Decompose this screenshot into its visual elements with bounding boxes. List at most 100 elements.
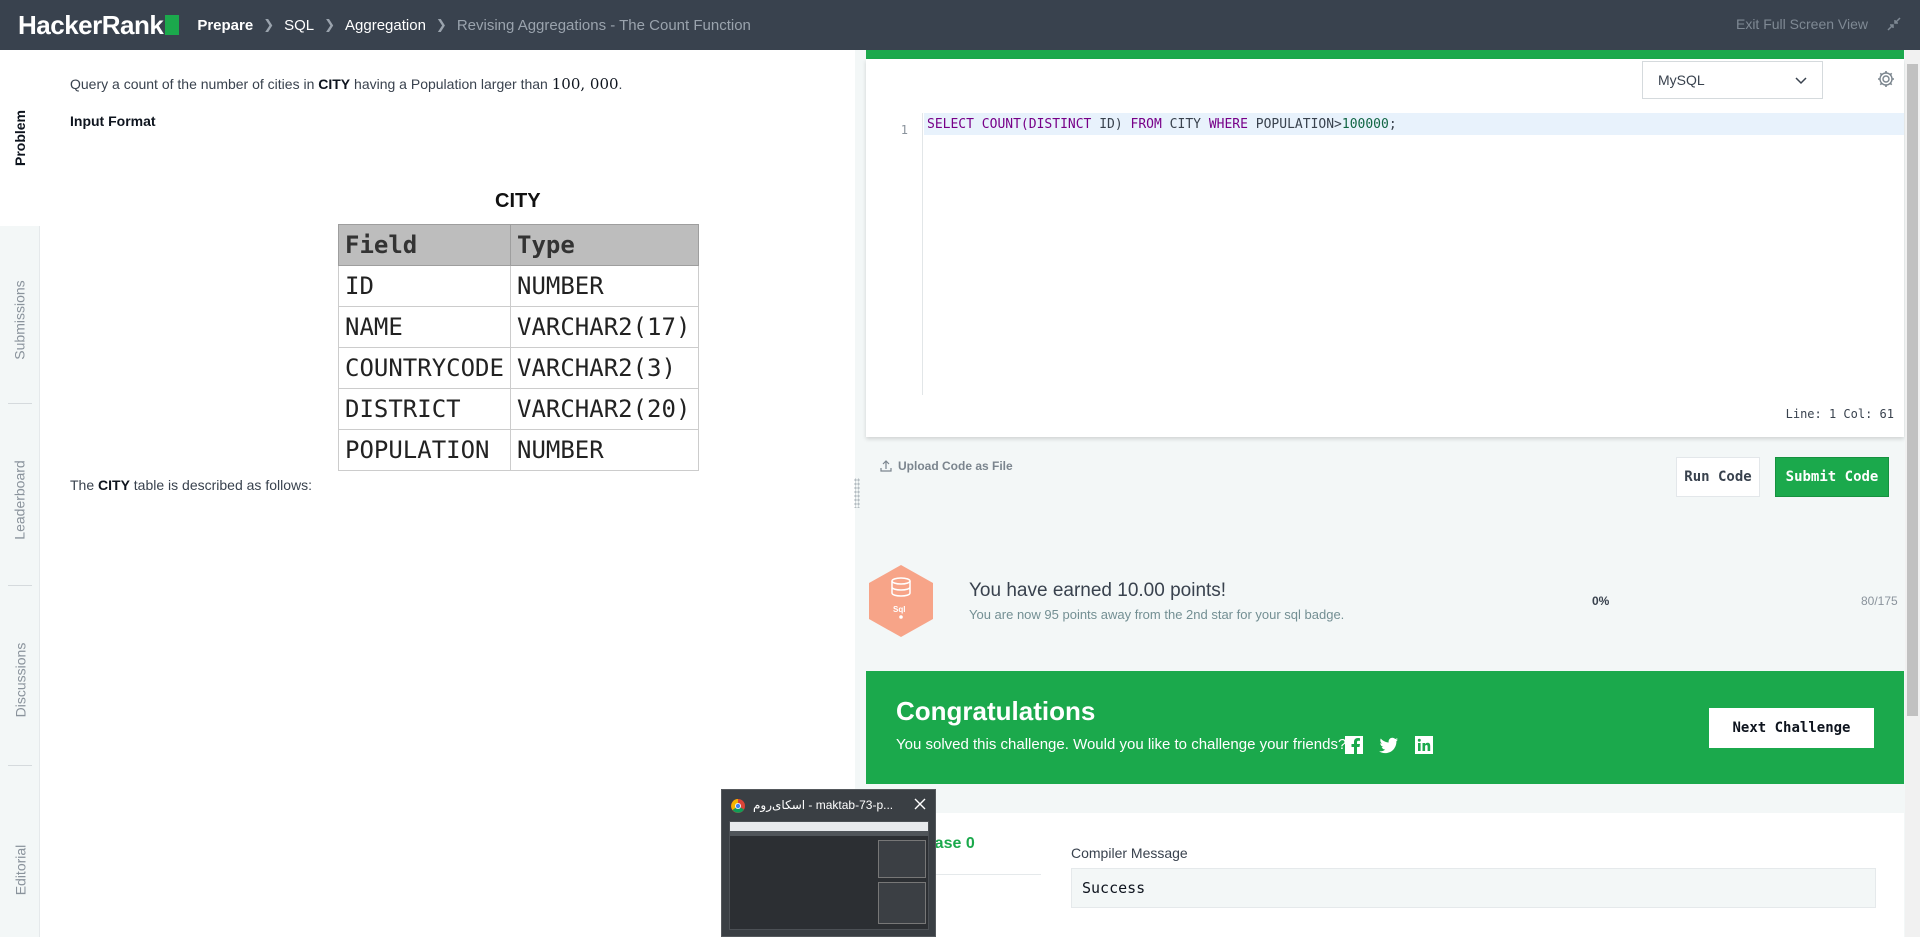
points-earned: You have earned 10.00 points! [969, 580, 1227, 601]
code-token: COUNT( [973, 117, 1029, 132]
page-scrollbar[interactable] [1905, 50, 1920, 937]
twitter-icon[interactable] [1379, 735, 1399, 755]
tab-leaderboard-label: Leaderboard [12, 460, 28, 540]
table-row: NAME VARCHAR2(17) [338, 306, 699, 348]
line-number: 1 [900, 123, 908, 137]
upload-code-button[interactable]: Upload Code as File [880, 459, 1013, 473]
code-text[interactable]: SELECT COUNT(DISTINCT ID) FROM CITY WHER… [927, 117, 1397, 132]
compiler-message-output: Success [1071, 868, 1876, 908]
chevron-down-icon [1795, 77, 1807, 85]
compiler-message-label: Compiler Message [1071, 845, 1188, 861]
tab-leaderboard[interactable]: Leaderboard [0, 440, 40, 560]
points-away: You are now 95 points away from the 2nd … [969, 607, 1345, 622]
table-cell: DISTRICT [338, 388, 511, 430]
gear-icon[interactable] [1876, 69, 1896, 89]
input-format-heading: Input Format [70, 113, 156, 129]
collapse-icon[interactable] [1886, 16, 1902, 32]
code-token: DISTINCT [1028, 117, 1092, 132]
table-header: Field [338, 224, 511, 266]
language-select[interactable]: MySQL [1642, 61, 1823, 99]
linkedin-icon[interactable] [1414, 735, 1434, 755]
table-cell: VARCHAR2(17) [510, 306, 699, 348]
cursor-status: Line: 1 Col: 61 [1785, 407, 1894, 421]
tab-editorial[interactable]: Editorial [0, 810, 40, 930]
problem-statement: Query a count of the number of cities in… [70, 75, 622, 93]
pane-resize-handle[interactable] [854, 478, 860, 508]
progress-percent: 0% [1592, 594, 1610, 608]
upload-icon [880, 460, 892, 472]
code-token: WHERE [1208, 117, 1248, 132]
table-title: CITY [495, 190, 541, 212]
tab-divider [8, 403, 32, 404]
table-cell: POPULATION [338, 429, 511, 471]
logo-block-icon [165, 15, 180, 35]
line-gutter: 1 [866, 113, 923, 395]
table-cell: NUMBER [510, 429, 699, 471]
top-nav: HackerRank Prepare ❯ SQL ❯ Aggregation ❯… [0, 0, 1920, 50]
congrats-message: You solved this challenge. Would you lik… [896, 736, 1347, 753]
language-value: MySQL [1658, 72, 1705, 88]
table-cell: ID [338, 265, 511, 307]
hackerrank-logo[interactable]: HackerRank [18, 9, 180, 41]
tab-submissions-label: Submissions [12, 280, 28, 360]
sql-badge-icon [869, 565, 933, 637]
code-token: POPULATION> [1247, 117, 1342, 132]
preview-thumbnail [729, 821, 929, 930]
statement-text: Query a count of the number of cities in [70, 76, 319, 92]
tab-divider [8, 765, 32, 766]
description-text: The [70, 477, 99, 493]
chrome-icon [731, 799, 745, 813]
statement-text: . [618, 76, 623, 92]
tab-discussions-label: Discussions [12, 642, 29, 718]
badge-label: Sql [893, 605, 906, 614]
tab-editorial-label: Editorial [12, 844, 28, 896]
tab-discussions[interactable]: Discussions [0, 620, 40, 740]
congrats-title: Congratulations [896, 696, 1096, 726]
next-challenge-button[interactable]: Next Challenge [1709, 708, 1874, 748]
tab-problem-label: Problem [12, 109, 29, 167]
table-cell: NUMBER [510, 265, 699, 307]
code-token: SELECT [927, 117, 974, 132]
city-schema-table: Field Type ID NUMBER NAME VARCHAR2(17) C… [338, 224, 699, 471]
table-row: POPULATION NUMBER [338, 429, 699, 471]
side-tabs: Problem Submissions Leaderboard Discussi… [0, 50, 40, 937]
table-row: ID NUMBER [338, 265, 699, 307]
submit-code-button[interactable]: Submit Code [1775, 457, 1889, 497]
success-strip [866, 50, 1904, 59]
scrollbar-thumb[interactable] [1907, 64, 1918, 716]
table-cell: COUNTRYCODE [338, 347, 511, 389]
breadcrumb-current: Revising Aggregations - The Count Functi… [456, 16, 751, 34]
code-editor[interactable]: MySQL 1 SELECT COUNT(DISTINCT ID) FROM C… [866, 59, 1904, 437]
table-cell: NAME [338, 306, 511, 348]
tab-submissions[interactable]: Submissions [0, 260, 40, 380]
breadcrumb: Prepare ❯ SQL ❯ Aggregation ❯ Revising A… [197, 17, 751, 34]
exit-fullscreen-link[interactable]: Exit Full Screen View [1736, 16, 1868, 32]
close-icon[interactable] [913, 797, 927, 811]
statement-text: having a Population larger than [350, 76, 552, 92]
table-header-row: Field Type [338, 224, 699, 266]
facebook-icon[interactable] [1344, 735, 1364, 755]
table-cell: VARCHAR2(3) [510, 347, 699, 389]
table-description: The CITY table is described as follows: [70, 477, 312, 493]
code-token: ; [1388, 117, 1397, 132]
breadcrumb-aggregation[interactable]: Aggregation [345, 17, 426, 34]
code-token: FROM [1130, 117, 1162, 132]
code-token: 100000 [1341, 117, 1389, 132]
breadcrumb-prepare[interactable]: Prepare [197, 17, 253, 34]
table-header: Type [510, 224, 699, 266]
logo-text: HackerRank [18, 9, 164, 40]
congratulations-banner: Congratulations You solved this challeng… [866, 671, 1904, 784]
statement-table-name: CITY [318, 76, 351, 92]
preview-title: اسکای‌روم - maktab-73-p... [753, 798, 894, 812]
progress-count: 80/175 [1861, 594, 1898, 608]
chevron-right-icon: ❯ [263, 17, 275, 32]
description-table-name: CITY [98, 477, 130, 493]
tab-divider [8, 585, 32, 586]
run-code-button[interactable]: Run Code [1676, 457, 1760, 497]
tab-problem[interactable]: Problem [0, 50, 40, 226]
breadcrumb-sql[interactable]: SQL [284, 17, 314, 34]
table-cell: VARCHAR2(20) [510, 388, 699, 430]
chevron-right-icon: ❯ [324, 17, 336, 32]
taskbar-window-preview[interactable]: اسکای‌روم - maktab-73-p... [721, 789, 936, 937]
description-text: table is described as follows: [129, 477, 312, 493]
